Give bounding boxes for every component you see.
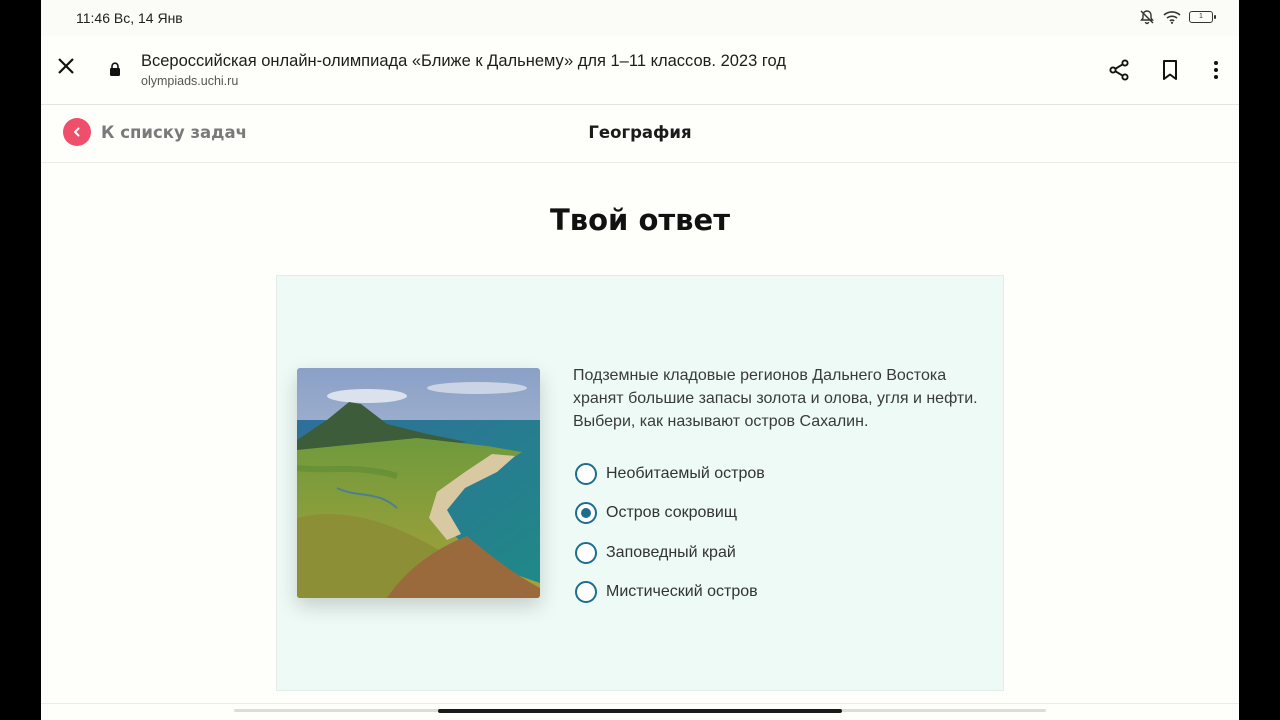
- radio-button[interactable]: [575, 581, 597, 604]
- back-to-tasks-link[interactable]: К списку задач: [63, 118, 247, 146]
- sakhalin-photo: [297, 368, 540, 598]
- landscape-image: [297, 368, 540, 598]
- option-1[interactable]: Остров сокровищ: [575, 494, 765, 534]
- back-button[interactable]: [63, 118, 91, 146]
- bell-off-icon: [1140, 10, 1154, 25]
- bookmark-icon[interactable]: [1158, 58, 1182, 82]
- chevron-left-icon: [74, 127, 80, 137]
- more-vert-icon[interactable]: [1204, 58, 1228, 82]
- option-label: Необитаемый остров: [606, 464, 765, 482]
- battery-icon: 1: [1189, 11, 1216, 23]
- lock-icon: [110, 62, 120, 76]
- radio-button[interactable]: [575, 462, 597, 485]
- browser-toolbar: Всероссийская онлайн-олимпиада «Ближе к …: [41, 36, 1239, 105]
- question-card: Подземные кладовые регионов Дальнего Вос…: [276, 275, 1004, 691]
- bottom-divider: [41, 703, 1239, 704]
- option-0[interactable]: Необитаемый остров: [575, 454, 765, 494]
- option-label: Остров сокровищ: [606, 504, 737, 522]
- page-url[interactable]: olympiads.uchi.ru: [141, 74, 238, 88]
- battery-level: 1: [1199, 13, 1203, 20]
- radio-button[interactable]: [575, 502, 597, 525]
- close-icon[interactable]: [55, 55, 77, 77]
- device-screen: 11:46 Вс, 14 Янв 1 Всероссийская онлайн-…: [41, 0, 1239, 720]
- wifi-icon: [1163, 11, 1181, 24]
- question-text: Подземные кладовые регионов Дальнего Вос…: [573, 367, 978, 430]
- page-title: Всероссийская онлайн-олимпиада «Ближе к …: [141, 52, 786, 70]
- share-icon[interactable]: [1107, 58, 1131, 82]
- option-2[interactable]: Заповедный край: [575, 533, 765, 573]
- home-indicator[interactable]: [438, 709, 842, 713]
- status-bar: 11:46 Вс, 14 Янв 1: [41, 0, 1239, 36]
- answer-options: Необитаемый остров Остров сокровищ Запов…: [575, 454, 765, 612]
- radio-button[interactable]: [575, 541, 597, 564]
- status-icons: 1: [1139, 9, 1216, 25]
- option-label: Мистический остров: [606, 583, 758, 601]
- option-label: Заповедный край: [606, 543, 736, 561]
- answer-heading: Твой ответ: [549, 203, 731, 237]
- option-3[interactable]: Мистический остров: [575, 573, 765, 613]
- app-header: География К списку задач: [41, 105, 1239, 163]
- back-label: К списку задач: [101, 122, 247, 142]
- status-time: 11:46 Вс, 14 Янв: [76, 10, 183, 26]
